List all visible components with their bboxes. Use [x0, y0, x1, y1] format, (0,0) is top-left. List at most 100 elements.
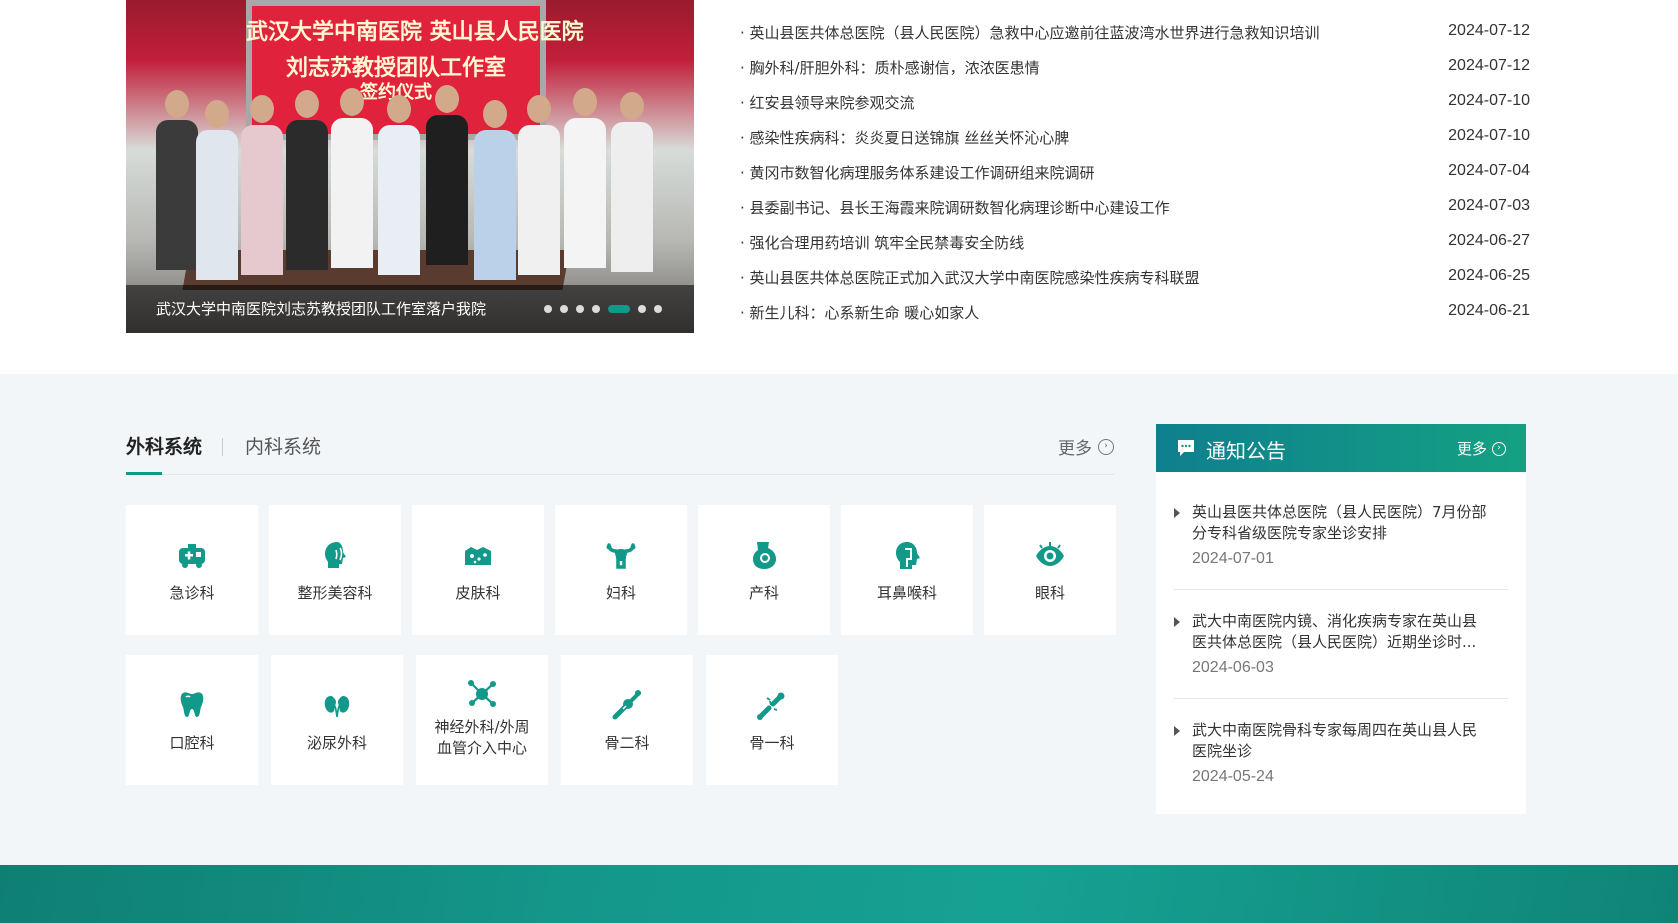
- ambulance-icon: [179, 544, 205, 568]
- notice-text: 武大中南医院骨科专家每周四在英山县人民 医院坐诊: [1192, 720, 1508, 762]
- carousel-photo-people: [146, 70, 686, 280]
- news-date: 2024-07-03: [1448, 197, 1530, 214]
- dept-label: 骨一科: [749, 734, 795, 752]
- notice-item[interactable]: 武大中南医院骨科专家每周四在英山县人民 医院坐诊 2024-05-24: [1174, 720, 1508, 786]
- carousel-dot[interactable]: [560, 305, 568, 313]
- department-tabs: 外科系统 内科系统 更多 ›: [126, 432, 1114, 475]
- carousel-dot[interactable]: [638, 305, 646, 313]
- carousel-dot[interactable]: [608, 305, 630, 313]
- dept-label: 眼科: [1034, 584, 1065, 602]
- news-title: · 黄冈市数智化病理服务体系建设工作调研组来院调研: [740, 164, 1095, 182]
- notice-text-line-2: 医共体总医院（县人民医院）近期坐诊时...: [1192, 633, 1477, 651]
- news-title: · 新生儿科：心系新生命 暖心如家人: [740, 304, 980, 322]
- notice-date: 2024-05-24: [1192, 768, 1274, 785]
- notice-text-line-1: 武大中南医院内镜、消化疾病专家在英山县: [1192, 612, 1478, 630]
- news-section: 武汉大学中南医院 英山县人民医院 刘志苏教授团队工作室 签约仪式 武汉大学中南医…: [0, 0, 1678, 374]
- carousel-caption[interactable]: 武汉大学中南医院刘志苏教授团队工作室落户我院: [156, 298, 486, 319]
- dept-card-emergency[interactable]: 急诊科: [126, 505, 258, 635]
- bone-joint-icon: [612, 690, 641, 720]
- news-carousel[interactable]: 武汉大学中南医院 英山县人民医院 刘志苏教授团队工作室 签约仪式 武汉大学中南医…: [126, 0, 694, 333]
- notice-text-line-2: 医院坐诊: [1192, 742, 1253, 760]
- dept-label: 耳鼻喉科: [876, 584, 937, 602]
- news-title: · 英山县医共体总医院正式加入武汉大学中南医院感染性疾病专科联盟: [740, 269, 1200, 287]
- notice-divider: [1174, 589, 1508, 590]
- neuron-icon: [468, 680, 496, 707]
- news-item[interactable]: · 黄冈市数智化病理服务体系建设工作调研组来院调研 2024-07-04: [740, 162, 1530, 186]
- tab-surgery-system[interactable]: 外科系统: [126, 432, 202, 475]
- notice-text: 英山县医共体总医院（县人民医院）7月份部 分专科省级医院专家坐诊安排: [1192, 502, 1508, 544]
- footer-band: [0, 865, 1678, 923]
- dept-card-plastic-surgery[interactable]: 整形美容科: [269, 505, 401, 635]
- skin-icon: [465, 547, 491, 565]
- departments-more-link[interactable]: 更多 ›: [1058, 434, 1114, 459]
- dept-card-dermatology[interactable]: 皮肤科: [412, 505, 544, 635]
- dept-card-orthopedics-2[interactable]: 骨二科: [561, 655, 693, 785]
- notice-divider: [1174, 698, 1508, 699]
- news-item[interactable]: · 英山县医共体总医院（县人民医院）急救中心应邀前往蓝波湾水世界进行急救知识培训…: [740, 22, 1530, 46]
- notice-item[interactable]: 武大中南医院内镜、消化疾病专家在英山县 医共体总医院（县人民医院）近期坐诊时..…: [1174, 611, 1508, 677]
- dept-label: 急诊科: [169, 584, 215, 602]
- dept-card-orthopedics-1[interactable]: 骨一科: [706, 655, 838, 785]
- department-grid: 急诊科 整形美容科 皮肤科 妇科 产科 耳鼻喉科 眼科 口腔科 泌尿外科 神经外…: [126, 505, 1116, 785]
- news-item[interactable]: · 新生儿科：心系新生命 暖心如家人 2024-06-21: [740, 302, 1530, 326]
- news-title: · 胸外科/肝胆外科：质朴感谢信，浓浓医患情: [740, 59, 1040, 77]
- news-item[interactable]: · 红安县领导来院参观交流 2024-07-10: [740, 92, 1530, 116]
- notice-item[interactable]: 英山县医共体总医院（县人民医院）7月份部 分专科省级医院专家坐诊安排 2024-…: [1174, 502, 1508, 568]
- news-title: · 强化合理用药培训 筑牢全民禁毒安全防线: [740, 234, 1025, 252]
- departments-more-label: 更多: [1058, 439, 1092, 459]
- news-date: 2024-07-04: [1448, 162, 1530, 179]
- carousel-dot[interactable]: [592, 305, 600, 313]
- news-title: · 英山县医共体总医院（县人民医院）急救中心应邀前往蓝波湾水世界进行急救知识培训: [740, 24, 1320, 42]
- news-item[interactable]: · 英山县医共体总医院正式加入武汉大学中南医院感染性疾病专科联盟 2024-06-…: [740, 267, 1530, 291]
- notice-panel: 通知公告 更多 › 英山县医共体总医院（县人民医院）7月份部 分专科省级医院专家…: [1156, 424, 1526, 814]
- dept-card-urology[interactable]: 泌尿外科: [271, 655, 403, 785]
- notice-date: 2024-06-03: [1192, 659, 1274, 676]
- news-item[interactable]: · 感染性疾病科：炎炎夏日送锦旗 丝丝关怀沁心脾 2024-07-10: [740, 127, 1530, 151]
- dept-card-ent[interactable]: 耳鼻喉科: [841, 505, 973, 635]
- carousel-dot[interactable]: [576, 305, 584, 313]
- news-title: · 县委副书记、县长王海霞来院调研数智化病理诊断中心建设工作: [740, 199, 1170, 217]
- dept-card-gynecology[interactable]: 妇科: [555, 505, 687, 635]
- departments-section: 外科系统 内科系统 更多 › 急诊科 整形美容科 皮肤科 妇科 产科 耳鼻喉科 …: [0, 374, 1678, 865]
- notice-text-line-2: 分专科省级医院专家坐诊安排: [1192, 524, 1388, 542]
- news-date: 2024-07-10: [1448, 127, 1530, 144]
- dept-card-neurosurgery[interactable]: 神经外科/外周 血管介入中心: [416, 655, 548, 785]
- tab-separator: [222, 438, 223, 456]
- dept-label: 皮肤科: [455, 584, 501, 602]
- carousel-dot[interactable]: [654, 305, 662, 313]
- news-date: 2024-06-21: [1448, 302, 1530, 319]
- chevron-right-icon: ›: [1098, 438, 1114, 455]
- dept-label: 骨二科: [604, 734, 650, 752]
- uterus-icon: [606, 543, 636, 569]
- caret-right-icon: [1174, 726, 1180, 736]
- dept-label-line-2: 血管介入中心: [436, 739, 527, 757]
- face-profile-icon: [325, 542, 346, 568]
- dept-label: 口腔科: [169, 734, 215, 752]
- pregnancy-icon: [753, 542, 776, 569]
- head-throat-icon: [896, 542, 920, 569]
- eye-icon: [1036, 542, 1064, 566]
- chevron-right-icon: ›: [1492, 441, 1506, 456]
- chat-bubble-icon: [1178, 440, 1194, 456]
- carousel-caption-bar: 武汉大学中南医院刘志苏教授团队工作室落户我院: [126, 285, 694, 333]
- dept-card-stomatology[interactable]: 口腔科: [126, 655, 258, 785]
- news-item[interactable]: · 胸外科/肝胆外科：质朴感谢信，浓浓医患情 2024-07-12: [740, 57, 1530, 81]
- dept-label-line-1: 神经外科/外周: [434, 718, 530, 736]
- news-item[interactable]: · 强化合理用药培训 筑牢全民禁毒安全防线 2024-06-27: [740, 232, 1530, 256]
- notice-more-label: 更多: [1456, 440, 1487, 458]
- carousel-dot[interactable]: [544, 305, 552, 313]
- news-date: 2024-06-25: [1448, 267, 1530, 284]
- tab-internal-medicine-system[interactable]: 内科系统: [245, 432, 321, 459]
- notice-text-line-1: 英山县医共体总医院（县人民医院）7月份部: [1192, 503, 1487, 521]
- notice-header: 通知公告 更多 ›: [1156, 424, 1526, 472]
- dept-label: 整形美容科: [297, 584, 373, 602]
- dept-card-obstetrics[interactable]: 产科: [698, 505, 830, 635]
- news-item[interactable]: · 县委副书记、县长王海霞来院调研数智化病理诊断中心建设工作 2024-07-03: [740, 197, 1530, 221]
- kidney-icon: [324, 696, 350, 718]
- news-date: 2024-07-12: [1448, 22, 1530, 39]
- dept-card-ophthalmology[interactable]: 眼科: [984, 505, 1116, 635]
- notice-more-link[interactable]: 更多 ›: [1457, 438, 1506, 459]
- caret-right-icon: [1174, 617, 1180, 627]
- tooth-icon: [180, 692, 204, 717]
- notice-date: 2024-07-01: [1192, 550, 1274, 567]
